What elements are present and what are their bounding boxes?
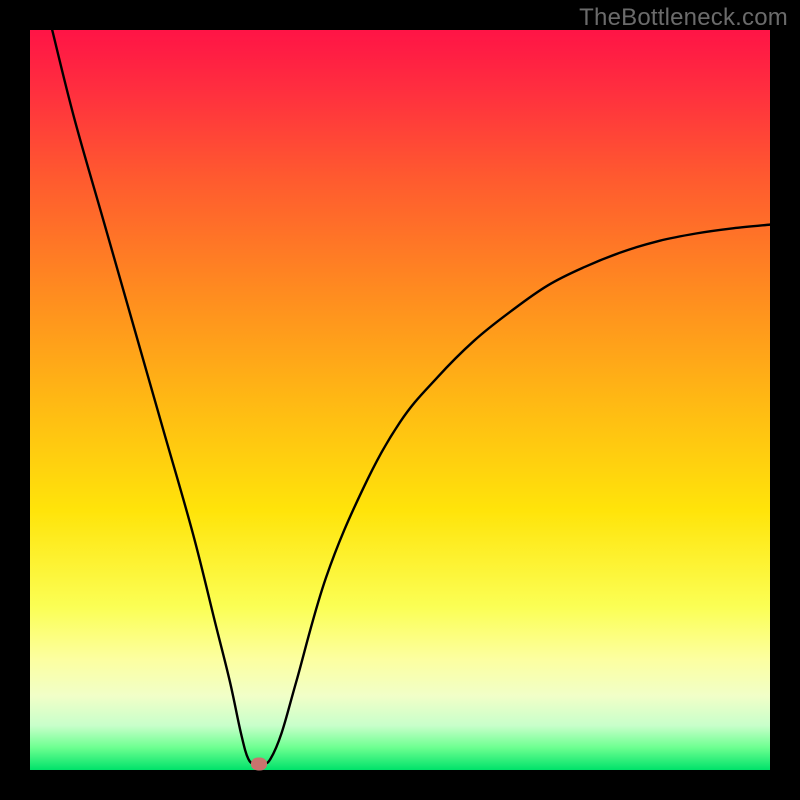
- chart-frame: TheBottleneck.com: [0, 0, 800, 800]
- bottleneck-curve: [52, 30, 770, 765]
- optimal-point-marker: [251, 758, 267, 771]
- plot-area: [30, 30, 770, 770]
- curve-svg: [30, 30, 770, 770]
- watermark-text: TheBottleneck.com: [579, 4, 788, 32]
